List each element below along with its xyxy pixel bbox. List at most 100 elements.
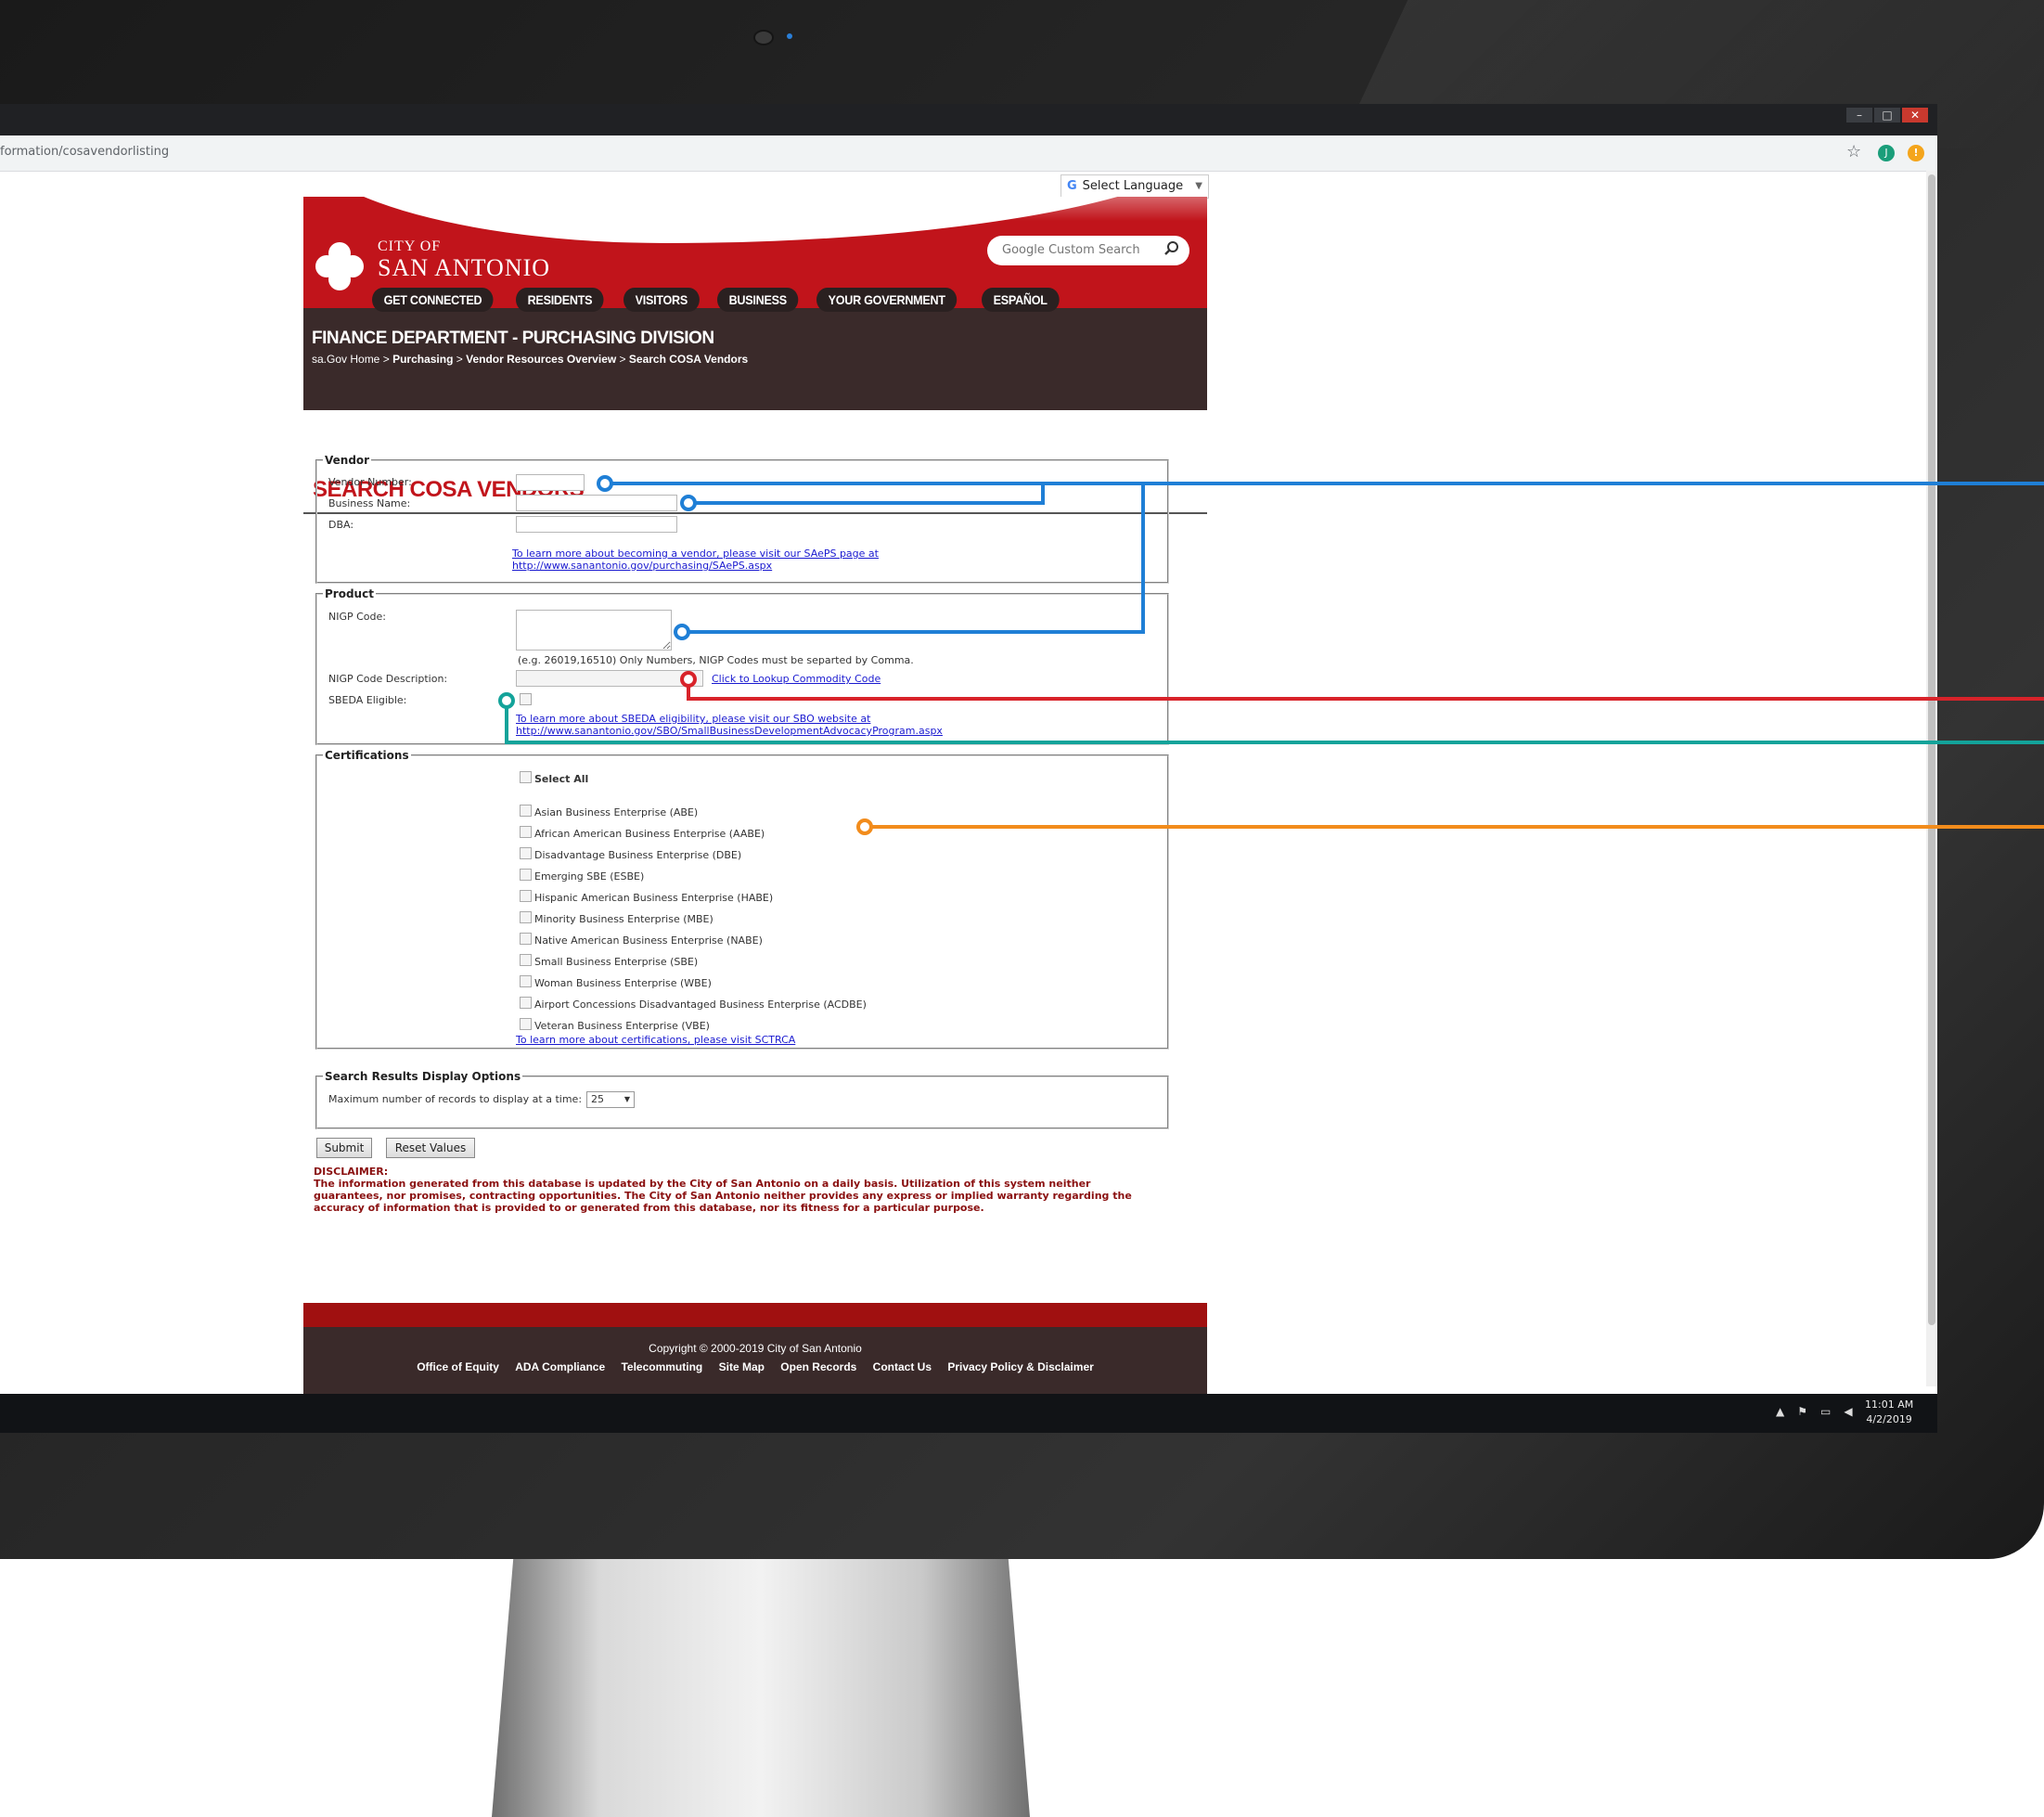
sbo-link-line1[interactable]: To learn more about SBEDA eligibility, p… [516, 713, 943, 725]
certification-label: Woman Business Enterprise (WBE) [534, 977, 712, 989]
city-flower-logo-icon[interactable] [315, 241, 365, 291]
address-bar[interactable]: formation/cosavendorlisting ☆ J ! [0, 135, 1937, 172]
disclaimer-text: The information generated from this data… [314, 1178, 1132, 1214]
sctrca-link[interactable]: To learn more about certifications, plea… [516, 1034, 795, 1046]
sbeda-eligible-checkbox[interactable] [520, 693, 532, 705]
product-legend: Product [325, 587, 374, 600]
nigp-description-input[interactable] [516, 670, 703, 687]
submit-button[interactable]: Submit [316, 1138, 372, 1158]
window-controls: – □ ✕ [1846, 108, 1928, 122]
certification-label: Emerging SBE (ESBE) [534, 870, 645, 883]
nav-business[interactable]: BUSINESS [716, 288, 799, 312]
close-button[interactable]: ✕ [1902, 108, 1928, 122]
minimize-button[interactable]: – [1846, 108, 1872, 122]
max-records-label: Maximum number of records to display at … [328, 1093, 583, 1105]
action-center-flag-icon[interactable]: ⚑ [1797, 1405, 1807, 1418]
footer-link-privacy-policy[interactable]: Privacy Policy & Disclaimer [947, 1360, 1093, 1373]
footer-link-ada-compliance[interactable]: ADA Compliance [515, 1360, 605, 1373]
language-selector[interactable]: G Select Language ▼ [1061, 174, 1209, 199]
certification-label: Airport Concessions Disadvantaged Busine… [534, 999, 867, 1011]
dba-label: DBA: [328, 519, 354, 531]
certification-label: Minority Business Enterprise (MBE) [534, 913, 713, 925]
language-selector-label: Select Language [1082, 179, 1184, 193]
bookmark-star-icon[interactable]: ☆ [1846, 142, 1861, 161]
certification-label: Asian Business Enterprise (ABE) [534, 806, 699, 818]
network-icon[interactable]: ▭ [1820, 1405, 1831, 1418]
department-title: FINANCE DEPARTMENT - PURCHASING DIVISION [312, 329, 714, 348]
breadcrumb-separator: > [382, 353, 390, 366]
max-records-value: 25 [591, 1093, 604, 1105]
webcam-led-icon [787, 33, 792, 39]
site-search-input[interactable] [1000, 242, 1162, 258]
nav-visitors[interactable]: VISITORS [623, 288, 700, 312]
breadcrumb-vendor-resources[interactable]: Vendor Resources Overview [466, 353, 616, 366]
certification-label: Veteran Business Enterprise (VBE) [534, 1020, 710, 1032]
site-footer: Copyright © 2000-2019 City of San Antoni… [303, 1303, 1207, 1394]
page-scrollbar[interactable] [1926, 171, 1937, 1386]
certification-checkbox[interactable] [520, 847, 532, 859]
saeps-link[interactable]: To learn more about becoming a vendor, p… [512, 548, 879, 572]
nigp-code-label: NIGP Code: [328, 611, 386, 623]
monitor-stand [492, 1559, 1030, 1817]
browser-titlebar: – □ ✕ [0, 104, 1937, 135]
certification-label: Native American Business Enterprise (NAB… [534, 934, 763, 947]
taskbar-clock[interactable]: 11:01 AM 4/2/2019 [1865, 1398, 1913, 1427]
footer-link-site-map[interactable]: Site Map [719, 1360, 765, 1373]
nav-your-government[interactable]: YOUR GOVERNMENT [816, 288, 958, 312]
lookup-commodity-link[interactable]: Click to Lookup Commodity Code [712, 673, 881, 685]
certification-checkbox[interactable] [520, 975, 532, 987]
header-wave-highlight [582, 197, 1207, 221]
breadcrumb-current: Search COSA Vendors [628, 353, 749, 366]
business-name-input[interactable] [516, 495, 677, 511]
certification-checkbox[interactable] [520, 997, 532, 1009]
nav-residents[interactable]: RESIDENTS [516, 288, 605, 312]
google-logo-icon: G [1067, 179, 1077, 193]
volume-icon[interactable]: ◀ [1844, 1405, 1852, 1418]
sbo-website-link[interactable]: To learn more about SBEDA eligibility, p… [516, 713, 943, 737]
dba-input[interactable] [516, 516, 677, 533]
breadcrumb-purchasing[interactable]: Purchasing [392, 353, 453, 366]
select-all-checkbox[interactable] [520, 771, 532, 783]
maximize-button[interactable]: □ [1874, 108, 1900, 122]
screen: – □ ✕ formation/cosavendorlisting ☆ J ! … [0, 104, 1937, 1433]
nav-espanol[interactable]: ESPAÑOL [981, 288, 1060, 312]
footer-link-telecommuting[interactable]: Telecommuting [621, 1360, 702, 1373]
certification-checkbox[interactable] [520, 869, 532, 881]
chevron-down-icon: ▼ [623, 1095, 630, 1103]
business-name-label: Business Name: [328, 497, 411, 509]
footer-link-contact-us[interactable]: Contact Us [873, 1360, 932, 1373]
saeps-link-line2[interactable]: http://www.sanantonio.gov/purchasing/SAe… [512, 560, 879, 572]
breadcrumb-separator: > [619, 353, 626, 366]
saeps-link-line1[interactable]: To learn more about becoming a vendor, p… [512, 548, 879, 560]
certification-checkbox[interactable] [520, 1018, 532, 1030]
nav-get-connected[interactable]: GET CONNECTED [372, 288, 494, 312]
certification-checkbox[interactable] [520, 954, 532, 966]
system-tray: ▲ ⚑ ▭ ◀ [1776, 1405, 1853, 1418]
footer-link-open-records[interactable]: Open Records [780, 1360, 856, 1373]
profile-avatar-icon[interactable]: J [1878, 145, 1895, 161]
certification-checkbox[interactable] [520, 805, 532, 817]
nigp-code-textarea[interactable] [516, 610, 672, 651]
certification-label: Hispanic American Business Enterprise (H… [534, 892, 774, 904]
sbo-link-line2[interactable]: http://www.sanantonio.gov/SBO/SmallBusin… [516, 725, 943, 737]
site-search-box[interactable] [987, 236, 1189, 265]
reset-values-button[interactable]: Reset Values [386, 1138, 475, 1158]
certification-checkbox[interactable] [520, 933, 532, 945]
search-icon[interactable] [1163, 240, 1180, 257]
footer-copyright: Copyright © 2000-2019 City of San Antoni… [649, 1342, 862, 1355]
certification-checkbox[interactable] [520, 911, 532, 923]
tray-expand-icon[interactable]: ▲ [1776, 1405, 1784, 1418]
scrollbar-thumb[interactable] [1928, 174, 1935, 1325]
url-text[interactable]: formation/cosavendorlisting [0, 145, 169, 159]
vendor-number-input[interactable] [516, 474, 585, 491]
monitor-bezel: – □ ✕ formation/cosavendorlisting ☆ J ! … [0, 0, 2044, 1559]
footer-red-strip [303, 1303, 1207, 1327]
nigp-description-label: NIGP Code Description: [328, 673, 448, 685]
extension-alert-icon[interactable]: ! [1908, 145, 1924, 161]
breadcrumb-home[interactable]: sa.Gov Home [312, 353, 379, 366]
certification-checkbox[interactable] [520, 826, 532, 838]
nigp-code-hint: (e.g. 26019,16510) Only Numbers, NIGP Co… [518, 654, 914, 666]
certification-checkbox[interactable] [520, 890, 532, 902]
max-records-select[interactable]: 25 ▼ [586, 1091, 635, 1108]
footer-link-office-of-equity[interactable]: Office of Equity [417, 1360, 499, 1373]
